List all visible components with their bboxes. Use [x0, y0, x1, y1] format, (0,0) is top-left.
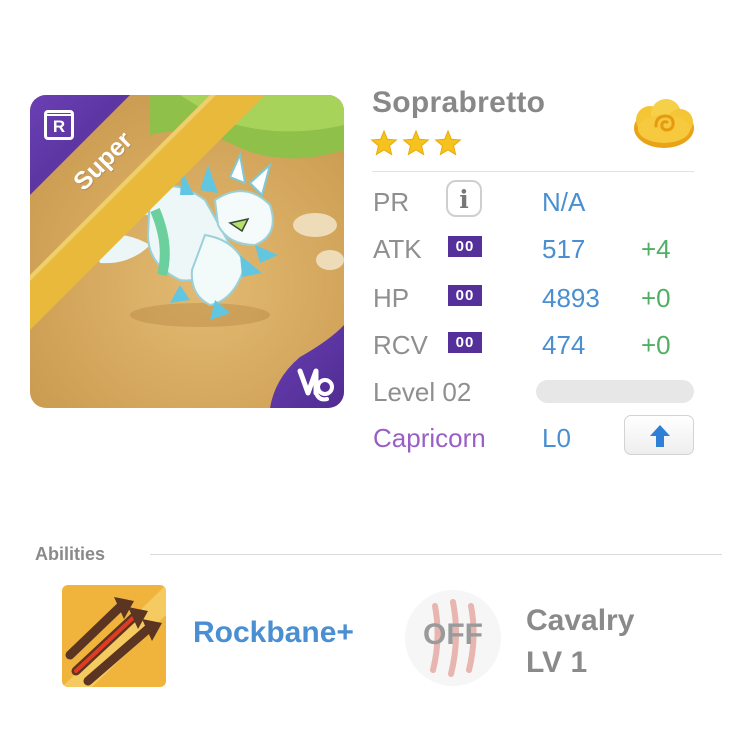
- info-button[interactable]: i: [446, 180, 482, 217]
- pr-value: N/A: [542, 187, 586, 217]
- rcv-plus-badge: 00: [448, 332, 482, 353]
- zodiac-label: Capricorn: [373, 423, 486, 453]
- rcv-label: RCV: [373, 330, 428, 360]
- rcv-bonus: +0: [641, 330, 671, 360]
- hp-bonus: +0: [641, 283, 671, 313]
- level-label: Level 02: [373, 377, 472, 407]
- rcv-value: 474: [542, 330, 586, 360]
- skill-name: Cavalry LV 1: [526, 600, 634, 684]
- monster-portrait[interactable]: R Super: [30, 95, 344, 408]
- arrow-up-icon: [650, 425, 670, 447]
- info-icon: i: [459, 185, 469, 214]
- atk-bonus: +4: [641, 234, 671, 264]
- pr-label: PR: [373, 187, 410, 217]
- gold-cloud-coin-icon[interactable]: [632, 96, 696, 152]
- triple-arrows-icon[interactable]: [62, 585, 166, 687]
- zodiac-level: L0: [542, 423, 571, 453]
- ability-name[interactable]: Rockbane+: [193, 616, 354, 650]
- r-badge-icon: R: [44, 110, 74, 140]
- capricorn-symbol-icon: [295, 359, 339, 403]
- star-icon: [370, 130, 398, 156]
- star-icon: [402, 130, 430, 156]
- atk-plus-badge: 00: [448, 236, 482, 257]
- hp-value: 4893: [542, 283, 600, 313]
- abilities-divider: [150, 554, 722, 555]
- monster-name: Soprabretto: [372, 86, 546, 119]
- atk-value: 517: [542, 234, 586, 264]
- claw-marks-icon[interactable]: [403, 588, 503, 688]
- star-rating: [370, 130, 462, 156]
- hp-label: HP: [373, 283, 410, 313]
- atk-label: ATK: [373, 234, 422, 264]
- abilities-heading: Abilities: [35, 544, 106, 564]
- header-divider: [372, 171, 694, 172]
- skill-name-line1: Cavalry: [526, 604, 635, 637]
- zodiac-upgrade-button[interactable]: [624, 415, 694, 455]
- skill-level: LV 1: [526, 646, 588, 679]
- star-icon: [434, 130, 462, 156]
- level-progress-bar: [536, 380, 694, 403]
- hp-plus-badge: 00: [448, 285, 482, 306]
